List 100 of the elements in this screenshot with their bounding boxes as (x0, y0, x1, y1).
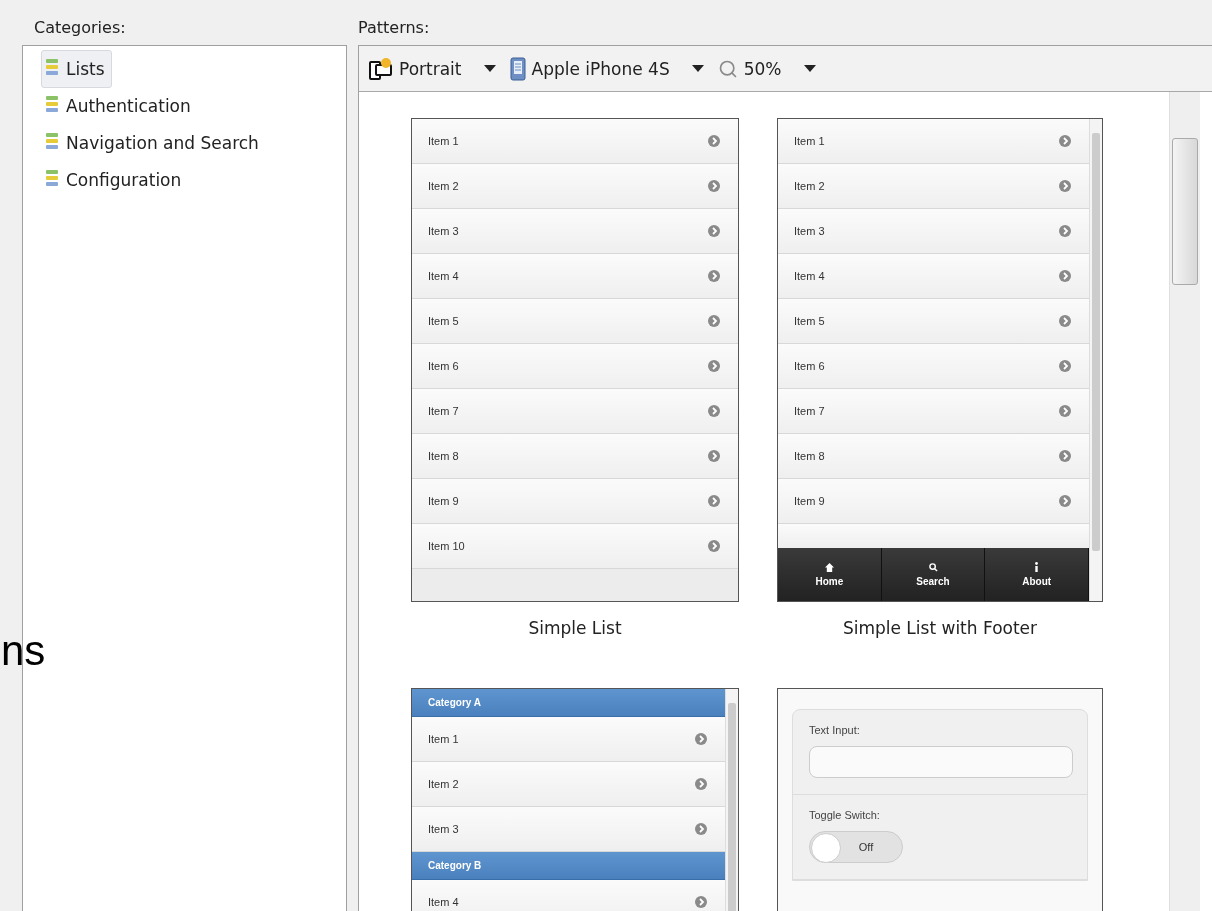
chevron-circle-icon (708, 225, 720, 237)
chevron-circle-icon (708, 540, 720, 552)
list-row[interactable]: Item 6 (778, 344, 1089, 389)
chevron-circle-icon (1059, 405, 1071, 417)
pattern-caption: Simple List (528, 618, 622, 638)
list-row[interactable] (778, 524, 1089, 548)
category-item[interactable]: Configuration (41, 161, 189, 199)
row-label: Item 1 (428, 733, 459, 745)
chevron-circle-icon (708, 450, 720, 462)
phone-preview[interactable]: Category A Item 1 Item 2 Item 3 Category B Item 4 (411, 688, 739, 911)
chevron-circle-icon (1059, 270, 1071, 282)
row-label: Item 1 (428, 135, 459, 147)
chevron-circle-icon (1059, 450, 1071, 462)
row-label: Item 3 (428, 823, 459, 835)
list-row[interactable]: Item 1 (412, 717, 725, 762)
list-row[interactable]: Item 1 (778, 119, 1089, 164)
list-row[interactable]: Item 8 (778, 434, 1089, 479)
category-item[interactable]: Lists (41, 50, 112, 88)
row-label: Item 3 (794, 225, 825, 237)
chevron-circle-icon (695, 733, 707, 745)
list-row[interactable]: Item 3 (412, 807, 725, 852)
field-label: Text Input: (809, 724, 860, 736)
phone-icon (509, 56, 526, 81)
phone-preview[interactable]: Item 1 Item 2 Item 3 Item 4 Item 5 Item 6 Item 7 Item 8 Item 9 Home Search About (777, 118, 1103, 602)
toggle-switch[interactable]: Off (809, 831, 903, 863)
chevron-circle-icon (708, 495, 720, 507)
row-label: Item 7 (794, 405, 825, 417)
list-row[interactable]: Item 9 (412, 479, 738, 524)
chevron-circle-icon (1059, 495, 1071, 507)
list-row[interactable]: Item 10 (412, 524, 738, 569)
row-label: Item 2 (428, 180, 459, 192)
category-item[interactable]: Authentication (41, 87, 198, 125)
list-row[interactable]: Item 4 (412, 880, 725, 911)
footer-tab[interactable]: About (985, 548, 1089, 601)
chevron-circle-icon (1059, 135, 1071, 147)
list-row[interactable]: Item 3 (778, 209, 1089, 254)
row-label: Item 5 (794, 315, 825, 327)
search-icon (928, 562, 938, 572)
scrollbar[interactable] (1169, 92, 1200, 911)
toolbar-dropdown[interactable]: 50% (717, 58, 816, 79)
caret-icon (691, 65, 704, 72)
list-row[interactable]: Item 5 (778, 299, 1089, 344)
phone-preview[interactable]: Text Input: Toggle Switch: Off (777, 688, 1103, 911)
toolbar-dropdown[interactable]: Portrait (369, 56, 496, 81)
row-label: Item 7 (428, 405, 459, 417)
pattern-caption: Simple List with Footer (842, 618, 1038, 638)
list-row[interactable]: Item 8 (412, 434, 738, 479)
text-input-field[interactable] (809, 746, 1073, 778)
row-label: Item 4 (428, 270, 459, 282)
chevron-circle-icon (1059, 225, 1071, 237)
list-row[interactable]: Item 6 (412, 344, 738, 389)
list-row[interactable]: Item 2 (778, 164, 1089, 209)
phone-preview[interactable]: Item 1 Item 2 Item 3 Item 4 Item 5 Item 6 Item 7 Item 8 Item 9 Item 10 (411, 118, 739, 602)
chevron-circle-icon (708, 180, 720, 192)
list-row[interactable]: Item 9 (778, 479, 1089, 524)
chevron-circle-icon (1059, 180, 1071, 192)
list-row[interactable]: Item 7 (778, 389, 1089, 434)
home-icon (824, 562, 834, 572)
caret-icon (803, 65, 816, 72)
row-label: Item 8 (794, 450, 825, 462)
footer-tab[interactable]: Home (778, 548, 882, 601)
chevron-circle-icon (695, 896, 707, 908)
rotate-device-icon (369, 56, 393, 81)
category-item[interactable]: Navigation and Search (41, 124, 266, 162)
chevron-circle-icon (708, 315, 720, 327)
row-label: Item 9 (428, 495, 459, 507)
chevron-circle-icon (708, 405, 720, 417)
chevron-circle-icon (708, 360, 720, 372)
list-row[interactable]: Item 2 (412, 164, 738, 209)
row-label: Item 6 (794, 360, 825, 372)
stray-text: ns (1, 627, 46, 675)
row-label: Item 1 (794, 135, 825, 147)
row-label: Item 4 (794, 270, 825, 282)
list-row[interactable]: Item 1 (412, 119, 738, 164)
scrollbar[interactable] (1089, 119, 1102, 601)
chevron-circle-icon (1059, 315, 1071, 327)
footer-tab[interactable]: Search (881, 548, 986, 601)
chevron-circle-icon (708, 270, 720, 282)
chevron-circle-icon (1059, 360, 1071, 372)
list-row[interactable]: Item 4 (412, 254, 738, 299)
list-row[interactable]: Item 5 (412, 299, 738, 344)
list-row[interactable]: Item 3 (412, 209, 738, 254)
row-label: Item 2 (428, 778, 459, 790)
list-row[interactable]: Item 7 (412, 389, 738, 434)
list-row[interactable]: Item 4 (778, 254, 1089, 299)
row-label: Item 10 (428, 540, 465, 552)
toolbar-dropdown[interactable]: Apple iPhone 4S (509, 56, 704, 81)
section-title: Category B (428, 860, 482, 871)
caret-icon (483, 65, 496, 72)
row-label: Item 4 (428, 896, 459, 908)
chevron-circle-icon (695, 778, 707, 790)
row-label: Item 5 (428, 315, 459, 327)
list-row[interactable]: Item 2 (412, 762, 725, 807)
row-label: Item 3 (428, 225, 459, 237)
chevron-circle-icon (695, 823, 707, 835)
search-icon (717, 58, 738, 79)
field-label: Toggle Switch: (809, 809, 880, 821)
row-label: Item 9 (794, 495, 825, 507)
row-label: Item 2 (794, 180, 825, 192)
pane-label: Patterns: (358, 17, 431, 39)
